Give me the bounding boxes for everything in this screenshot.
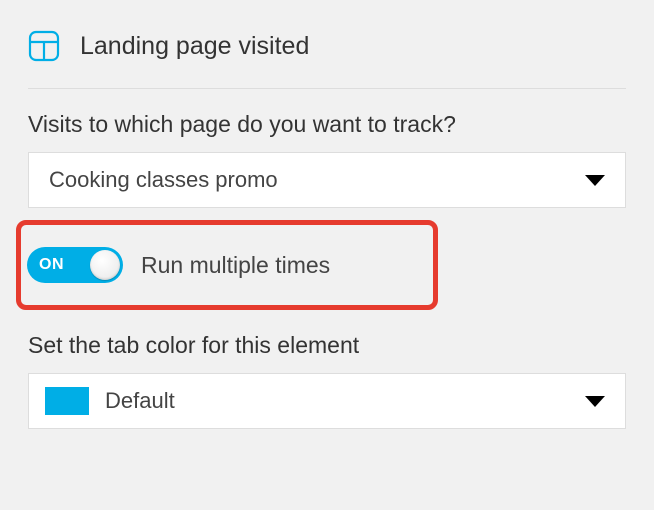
tab-color-label: Set the tab color for this element <box>28 332 626 359</box>
chevron-down-icon <box>585 396 605 407</box>
run-multiple-toggle[interactable]: ON <box>27 247 123 283</box>
color-swatch <box>45 387 89 415</box>
track-page-label: Visits to which page do you want to trac… <box>28 111 626 138</box>
tab-color-left: Default <box>45 387 175 415</box>
toggle-state-label: ON <box>39 256 64 274</box>
panel-title: Landing page visited <box>80 32 309 61</box>
run-multiple-label: Run multiple times <box>141 252 330 279</box>
page-select[interactable]: Cooking classes promo <box>28 152 626 208</box>
panel-header: Landing page visited <box>28 30 626 89</box>
landing-page-icon <box>28 30 60 62</box>
chevron-down-icon <box>585 175 605 186</box>
run-multiple-row: ON Run multiple times <box>27 247 423 283</box>
tab-color-section: Set the tab color for this element Defau… <box>28 332 626 429</box>
page-select-value: Cooking classes promo <box>49 167 278 193</box>
toggle-knob <box>90 250 120 280</box>
tab-color-value: Default <box>105 388 175 414</box>
highlight-frame: ON Run multiple times <box>16 220 438 310</box>
element-config-panel: Landing page visited Visits to which pag… <box>0 0 654 457</box>
tab-color-select[interactable]: Default <box>28 373 626 429</box>
track-page-section: Visits to which page do you want to trac… <box>28 111 626 208</box>
